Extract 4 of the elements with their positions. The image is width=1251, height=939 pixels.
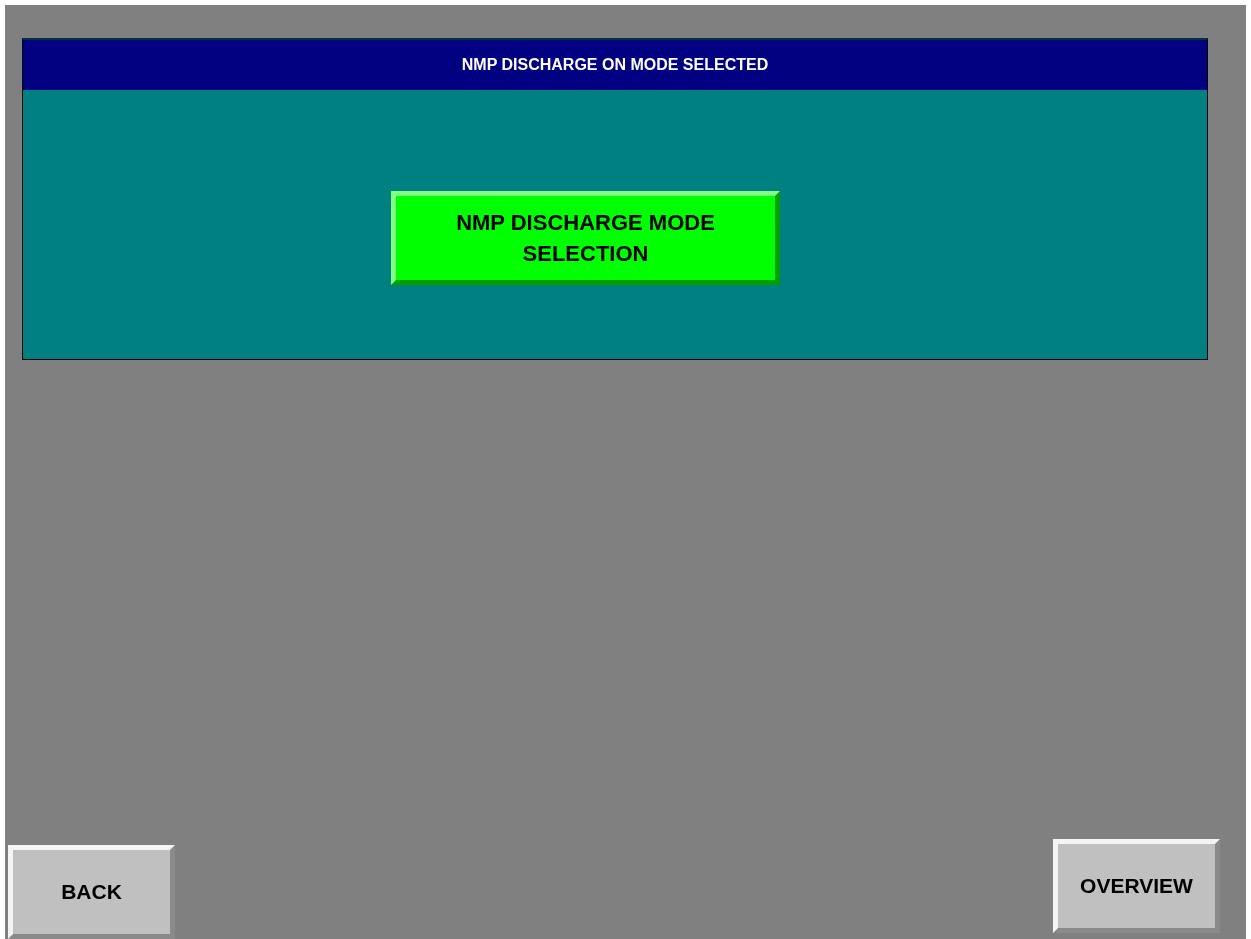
back-button[interactable]: BACK — [8, 845, 175, 939]
panel-title: NMP DISCHARGE ON MODE SELECTED — [23, 40, 1207, 90]
overview-button[interactable]: OVERVIEW — [1053, 839, 1220, 933]
mode-selection-button[interactable]: NMP DISCHARGE MODE SELECTION — [391, 191, 780, 285]
